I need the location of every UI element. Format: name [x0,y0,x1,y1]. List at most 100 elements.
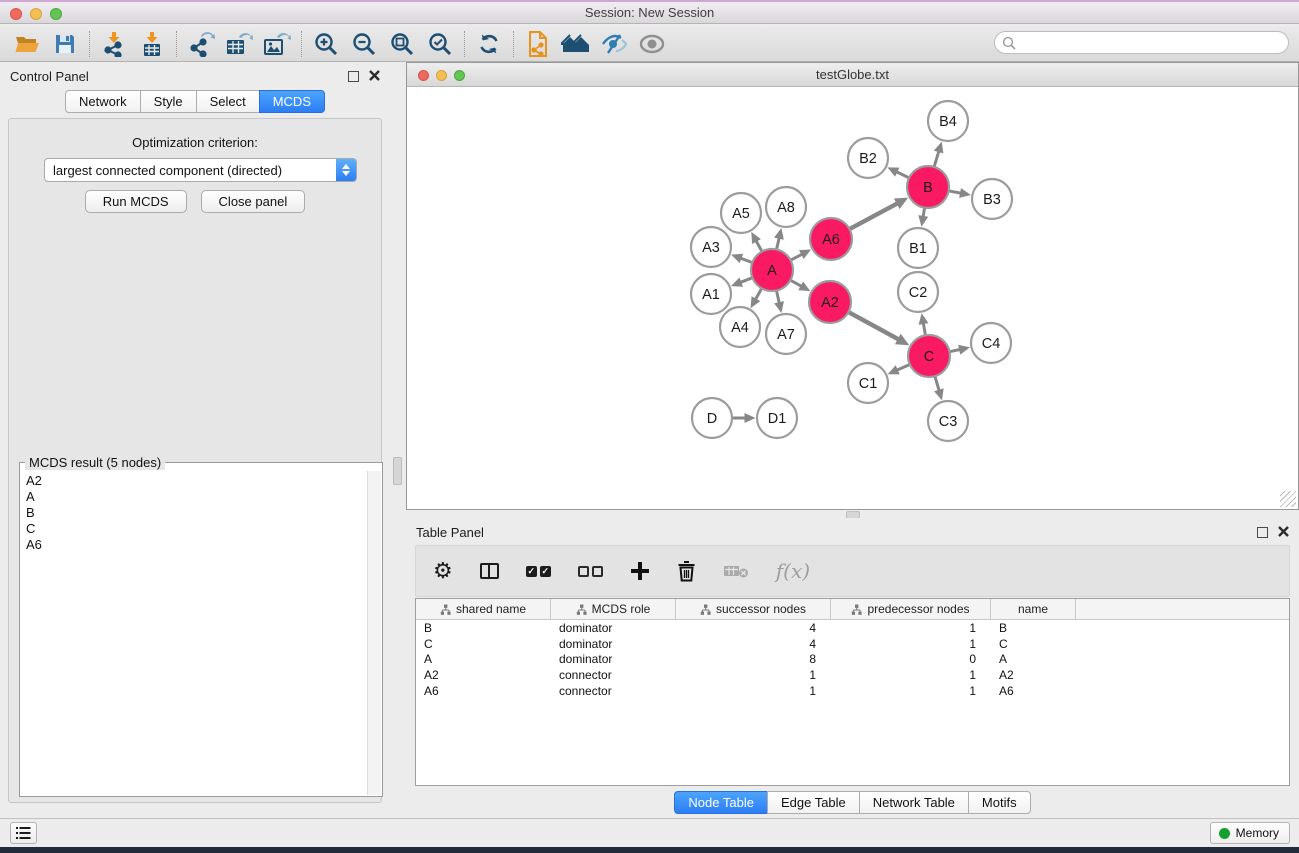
table-cell[interactable]: 4 [676,621,831,635]
table-cell[interactable]: 1 [831,684,991,698]
table-cell[interactable]: B [991,621,1076,635]
table-cell[interactable]: 1 [831,637,991,651]
table-cell[interactable]: 8 [676,652,831,666]
table-cell[interactable]: 1 [831,621,991,635]
graph-node-B[interactable]: B [907,166,949,208]
table-cell[interactable]: A6 [416,684,551,698]
graph-node-A4[interactable]: A4 [720,307,760,347]
graph-edge[interactable] [949,191,962,194]
minimize-network-window-button[interactable] [436,70,447,81]
table-row[interactable]: A6connector11A6 [416,683,1289,699]
graph-edge[interactable] [935,376,940,392]
graph-node-A1[interactable]: A1 [691,274,731,314]
memory-button[interactable]: Memory [1210,822,1290,844]
table-cell[interactable]: 1 [676,668,831,682]
table-cell[interactable]: A2 [991,668,1076,682]
export-network-icon[interactable] [182,28,220,60]
new-network-from-selection-icon[interactable] [519,28,557,60]
export-image-icon[interactable] [258,28,296,60]
result-list-item[interactable]: A2 [26,473,367,489]
result-list-item[interactable]: A6 [26,537,367,553]
table-cell[interactable]: A2 [416,668,551,682]
result-scrollbar[interactable] [367,471,381,795]
graph-node-B4[interactable]: B4 [928,101,968,141]
import-network-from-file-icon[interactable] [95,28,133,60]
zoom-selected-region-icon[interactable] [421,28,459,60]
column-header-successor-nodes[interactable]: successor nodes [676,599,831,619]
task-history-button[interactable] [10,822,37,844]
import-table-from-file-icon[interactable] [133,28,171,60]
function-builder-icon[interactable]: f(x) [776,559,810,583]
graph-node-C2[interactable]: C2 [898,272,938,312]
graph-edge[interactable] [740,258,753,263]
graph-node-A6[interactable]: A6 [810,218,852,260]
search-box[interactable] [994,31,1289,54]
hide-selected-edges-icon[interactable] [595,28,633,60]
show-all-networks-icon[interactable] [557,28,595,60]
delete-table-icon[interactable] [723,563,749,579]
result-list-item[interactable]: A [26,489,367,505]
mcds-result-list[interactable]: A2ABCA6 [21,471,367,795]
graph-node-C[interactable]: C [908,335,950,377]
graph-edge[interactable] [791,254,804,261]
panel-splitter-vertical[interactable] [390,62,406,818]
graph-node-A5[interactable]: A5 [721,193,761,233]
refresh-view-icon[interactable] [470,28,508,60]
close-panel-button[interactable]: Close panel [201,190,306,213]
network-canvas[interactable]: B4B2BB3A5A8A6A3B1AA1C2A2A4A7C4CC1DD1C3 [407,87,1298,509]
tab-network-table[interactable]: Network Table [859,791,969,814]
graph-node-D[interactable]: D [692,398,732,438]
table-settings-icon[interactable]: ⚙ [433,560,453,582]
graph-edge[interactable] [756,240,762,252]
tab-motifs[interactable]: Motifs [968,791,1031,814]
network-graph[interactable]: B4B2BB3A5A8A6A3B1AA1C2A2A4A7C4CC1DD1C3 [407,87,1298,509]
unselect-all-columns-icon[interactable] [578,566,603,577]
graph-node-A7[interactable]: A7 [766,314,806,354]
table-cell[interactable]: 4 [676,637,831,651]
graph-edge[interactable] [755,288,762,300]
float-table-panel-icon[interactable] [1257,527,1268,538]
graph-edge[interactable] [848,312,899,340]
table-cell[interactable]: A [991,652,1076,666]
graph-node-B3[interactable]: B3 [972,179,1012,219]
column-header-MCDS-role[interactable]: MCDS role [551,599,676,619]
graph-node-A2[interactable]: A2 [809,281,851,323]
maximize-window-button[interactable] [50,8,62,20]
table-row[interactable]: Adominator80A [416,652,1289,668]
graph-node-C4[interactable]: C4 [971,323,1011,363]
panel-splitter-horizontal[interactable] [406,510,1299,518]
table-cell[interactable]: dominator [551,637,676,651]
close-panel-icon[interactable] [369,69,380,84]
graph-edge[interactable] [790,280,802,287]
graph-node-B1[interactable]: B1 [898,228,938,268]
graph-node-A8[interactable]: A8 [766,187,806,227]
graph-edge[interactable] [776,291,779,305]
column-header-shared-name[interactable]: shared name [416,599,551,619]
column-header-name[interactable]: name [991,599,1076,619]
table-cell[interactable]: A [416,652,551,666]
graph-node-A[interactable]: A [751,249,793,291]
graph-edge[interactable] [934,150,939,167]
run-mcds-button[interactable]: Run MCDS [85,190,187,213]
tab-mcds[interactable]: MCDS [259,90,325,113]
tab-style[interactable]: Style [140,90,197,113]
save-session-icon[interactable] [46,28,84,60]
close-table-panel-icon[interactable] [1278,525,1289,540]
graph-edge[interactable] [895,171,909,178]
table-cell[interactable]: A6 [991,684,1076,698]
select-all-columns-icon[interactable]: ✓✓ [526,566,551,577]
tab-edge-table[interactable]: Edge Table [767,791,860,814]
show-graphics-details-icon[interactable] [633,28,671,60]
graph-node-D1[interactable]: D1 [757,398,797,438]
minimize-window-button[interactable] [30,8,42,20]
zoom-out-icon[interactable] [345,28,383,60]
search-input[interactable] [1016,33,1288,52]
resize-grip-icon[interactable] [1280,491,1296,507]
graph-edge[interactable] [923,322,925,335]
table-cell[interactable]: dominator [551,652,676,666]
table-row[interactable]: Bdominator41B [416,620,1289,636]
close-network-window-button[interactable] [418,70,429,81]
graph-edge[interactable] [896,364,910,370]
column-header-predecessor-nodes[interactable]: predecessor nodes [831,599,991,619]
table-cell[interactable]: connector [551,668,676,682]
